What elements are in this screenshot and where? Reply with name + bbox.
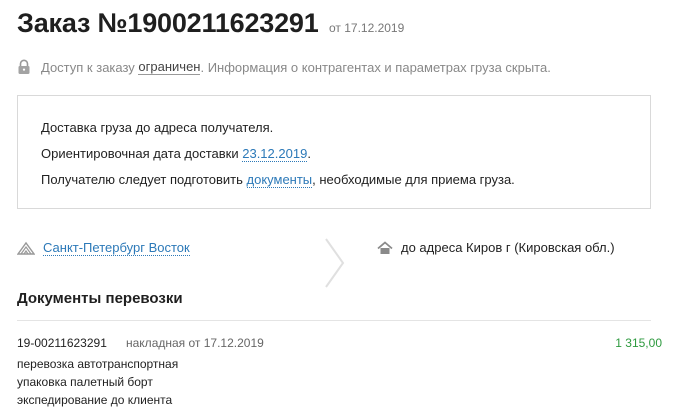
origin-terminal-link[interactable]: Санкт-Петербург Восток	[43, 240, 190, 256]
document-amount: 1 315,00	[615, 336, 662, 350]
chevron-right-icon	[325, 238, 345, 288]
service-item: перевозка автотранспортная	[17, 357, 179, 371]
lock-icon	[18, 59, 30, 74]
delivery-info-line: Доставка груза до адреса получателя.	[41, 120, 274, 135]
home-icon	[377, 240, 393, 254]
documents-note-line: Получателю следует подготовить документы…	[41, 172, 515, 188]
documents-section-title: Документы перевозки	[17, 290, 183, 307]
section-divider	[17, 320, 651, 321]
documents-link[interactable]: документы	[246, 172, 313, 188]
terminal-icon	[17, 241, 35, 255]
access-suffix: . Информация о контрагентах и параметрах…	[200, 59, 551, 75]
documents-note-prefix: Получателю следует подготовить	[41, 172, 247, 187]
service-item: упаковка палетный борт	[17, 375, 153, 389]
destination-label: до адреса Киров г (Кировская обл.)	[401, 240, 615, 255]
access-prefix: Доступ к заказу	[41, 59, 135, 75]
documents-note-suffix: , необходимые для приема груза.	[312, 172, 515, 187]
delivery-date-prefix: Ориентировочная дата доставки	[41, 146, 243, 161]
access-status-link[interactable]: ограничен	[138, 59, 201, 75]
order-title: Заказ №1900211623291	[17, 8, 319, 38]
order-date: от 17.12.2019	[328, 21, 405, 35]
delivery-info-box: Доставка груза до адреса получателя. Ори…	[17, 95, 651, 209]
document-number: 19-00211623291	[17, 336, 107, 350]
delivery-date-suffix: .	[307, 146, 311, 161]
service-item: экспедирование до клиента	[17, 393, 173, 407]
order-header: Заказ №1900211623291 от 17.12.2019	[17, 8, 404, 39]
document-type: накладная от 17.12.2019	[126, 336, 264, 350]
delivery-date-line: Ориентировочная дата доставки 23.12.2019…	[41, 146, 311, 162]
delivery-date-link[interactable]: 23.12.2019	[242, 146, 308, 162]
route-destination: до адреса Киров г (Кировская обл.)	[377, 240, 615, 255]
access-notice: Доступ к заказу ограничен. Информация о …	[17, 59, 551, 75]
route-origin: Санкт-Петербург Восток	[17, 240, 190, 256]
